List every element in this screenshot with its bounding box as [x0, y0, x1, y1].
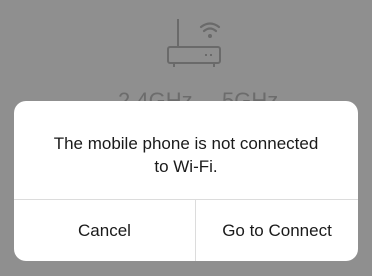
not-connected-dialog: The mobile phone is not connected to Wi-…: [14, 101, 358, 261]
go-to-connect-button[interactable]: Go to Connect: [196, 200, 358, 261]
screen: 2.4GHz 5GHz The mobile phone is not conn…: [0, 0, 372, 276]
cancel-button[interactable]: Cancel: [14, 200, 195, 261]
wifi-router-icon: [165, 17, 223, 69]
dialog-message: The mobile phone is not connected to Wi-…: [53, 134, 319, 176]
